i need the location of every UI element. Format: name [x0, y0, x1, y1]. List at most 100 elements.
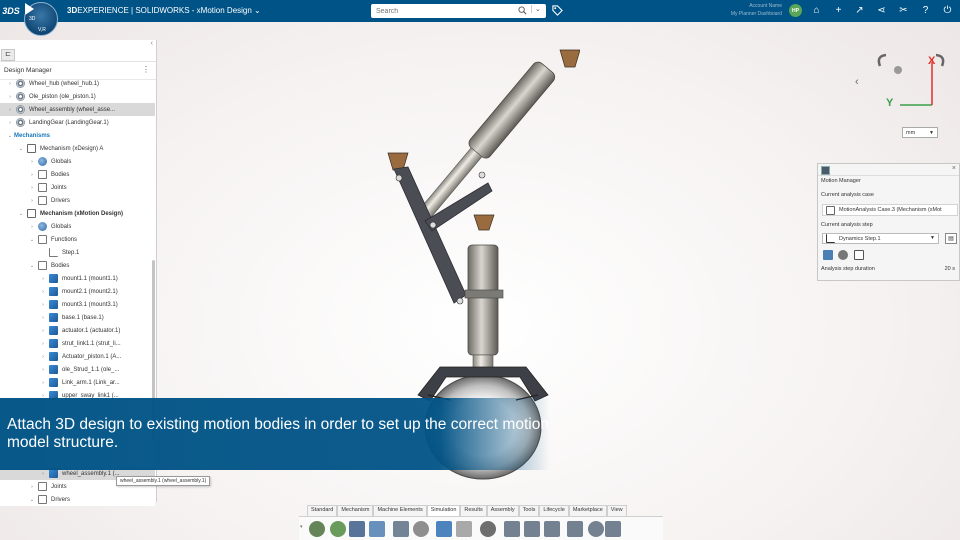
tree-row[interactable]: › mount3.1 (mount3.1) [0, 298, 155, 311]
tree-row[interactable]: › strut_link1.1 (strut_li... [0, 337, 155, 350]
chevron-right-icon[interactable]: › [39, 302, 47, 308]
nav-left-icon[interactable]: ‹ [855, 76, 859, 88]
chevron-down-icon[interactable]: ⌄ [17, 211, 25, 217]
tree-row[interactable]: › Globals [0, 220, 155, 233]
chevron-right-icon[interactable]: › [28, 224, 36, 230]
tree-row[interactable]: ⌄ Mechanism (xDesign) A [0, 142, 155, 155]
compass-widget[interactable]: 3D V,R [24, 2, 58, 36]
chevron-right-icon[interactable]: › [28, 198, 36, 204]
chevron-right-icon[interactable]: › [39, 380, 47, 386]
share-send-icon[interactable]: ↗ [853, 4, 866, 17]
search-input[interactable] [376, 7, 516, 15]
chevron-down-icon[interactable]: ⌄ [28, 497, 36, 503]
undo-icon[interactable] [436, 521, 452, 537]
tab-machine-elements[interactable]: Machine Elements [373, 505, 427, 516]
close-icon[interactable]: × [952, 165, 956, 172]
tree-row[interactable]: › Wheel_assembly (wheel_asse... [0, 103, 155, 116]
chevron-right-icon[interactable]: › [6, 81, 14, 87]
tree-row[interactable]: › LandingGear (LandingGear.1) [0, 116, 155, 129]
chevron-right-icon[interactable]: › [6, 107, 14, 113]
tree-row[interactable]: › Drivers [0, 194, 155, 207]
tree-row[interactable]: › Link_arm.1 (Link_ar... [0, 376, 155, 389]
menu-dots-icon[interactable]: ⋮ [142, 65, 150, 74]
search-box[interactable]: ⌄ [371, 4, 546, 18]
tree-row[interactable]: Step.1 [0, 246, 155, 259]
doc-flag-icon[interactable] [504, 521, 520, 537]
chevron-right-icon[interactable]: › [39, 276, 47, 282]
chevron-right-icon[interactable]: › [6, 94, 14, 100]
chevron-right-icon[interactable]: › [28, 185, 36, 191]
doc-edit-icon[interactable] [524, 521, 540, 537]
chevron-right-icon[interactable]: › [28, 172, 36, 178]
gear-play-icon[interactable] [330, 521, 346, 537]
user-info[interactable]: Account Name My Planner Dashboard [690, 2, 782, 18]
help-icon[interactable] [480, 521, 496, 537]
tree-row[interactable]: ⌄ Mechanism (xMotion Design) [0, 207, 155, 220]
step-edit-button[interactable]: ▤ [945, 233, 957, 244]
shirt-tool-icon[interactable] [823, 250, 833, 260]
chevron-right-icon[interactable]: › [39, 315, 47, 321]
avatar[interactable]: HP [789, 4, 802, 17]
gear-tool-icon[interactable] [838, 250, 848, 260]
action-bar-expand-icon[interactable]: ▾ [300, 524, 303, 530]
share-icon[interactable]: ⌂ [810, 4, 823, 17]
doc-list-icon[interactable] [605, 521, 621, 537]
settings-gear-icon[interactable] [309, 521, 325, 537]
app-title-chevron-icon[interactable]: ⌄ [254, 6, 261, 15]
tree-row[interactable]: › ole_Strud_1.1 (ole_... [0, 363, 155, 376]
power-icon[interactable]: ⏻ [941, 4, 954, 17]
tree-row[interactable]: › actuator.1 (actuator.1) [0, 324, 155, 337]
tree-row[interactable]: ⌄ Drivers [0, 493, 155, 506]
chevron-right-icon[interactable]: › [39, 328, 47, 334]
doc-chart-icon[interactable] [544, 521, 560, 537]
chevron-down-icon[interactable]: ⌄ [28, 237, 36, 243]
tree-row[interactable]: › Bodies [0, 168, 155, 181]
chevron-right-icon[interactable]: › [39, 354, 47, 360]
tag-icon[interactable] [552, 5, 563, 16]
tree-row[interactable]: › Joints [0, 181, 155, 194]
tree-row[interactable]: › Actuator_piston.1 (A... [0, 350, 155, 363]
network-icon[interactable]: ⋖ [875, 4, 888, 17]
tree-row[interactable]: › base.1 (base.1) [0, 311, 155, 324]
refresh-icon[interactable] [369, 521, 385, 537]
chevron-down-icon[interactable]: ⌄ [17, 146, 25, 152]
tree-tab-icon[interactable]: ⊏ [1, 49, 15, 61]
cog-icon[interactable] [413, 521, 429, 537]
help-icon[interactable]: ? [919, 4, 932, 17]
tab-standard[interactable]: Standard [307, 505, 338, 516]
tab-results[interactable]: Results [460, 505, 487, 516]
tools-icon[interactable]: ✂ [897, 4, 910, 17]
chevron-right-icon[interactable]: › [39, 341, 47, 347]
chevron-right-icon[interactable]: › [39, 289, 47, 295]
tab-assembly[interactable]: Assembly [486, 505, 519, 516]
units-select[interactable]: mm ▼ [902, 127, 938, 138]
chevron-right-icon[interactable]: › [39, 471, 47, 477]
doc-link-icon[interactable] [567, 521, 583, 537]
doc-gear-icon[interactable] [588, 521, 604, 537]
chevron-right-icon[interactable]: › [6, 120, 14, 126]
tab-mechanism[interactable]: Mechanism [337, 505, 374, 516]
plus-icon[interactable]: + [832, 4, 845, 17]
motion-manager-titlebar[interactable]: × [818, 164, 959, 176]
compass-play-icon[interactable] [25, 3, 34, 15]
current-case-field[interactable]: MotionAnalysis Case.3 (Mechanism (xMot [822, 204, 958, 216]
chevron-down-icon[interactable]: ⌄ [28, 263, 36, 269]
search-dropdown-icon[interactable]: ⌄ [531, 5, 541, 13]
app-title[interactable]: 3DEXPERIENCE | SOLIDWORKS - xMotion Desi… [67, 6, 261, 15]
tab-simulation[interactable]: Simulation [426, 505, 461, 516]
search-icon[interactable] [518, 6, 527, 15]
doc-tool-icon[interactable] [854, 250, 864, 260]
chevron-right-icon[interactable]: › [28, 159, 36, 165]
analysis-step-select[interactable]: Dynamics Step.1 ▼ [822, 233, 939, 244]
tab-lifecycle[interactable]: Lifecycle [539, 505, 569, 516]
copy-icon[interactable] [393, 521, 409, 537]
tree-row[interactable]: › Globals [0, 155, 155, 168]
tab-view[interactable]: View [606, 505, 627, 516]
tab-tools[interactable]: Tools [518, 505, 540, 516]
chevron-down-icon[interactable]: ⌄ [6, 133, 14, 139]
tree-row[interactable]: › mount2.1 (mount2.1) [0, 285, 155, 298]
tree-row[interactable]: › Ole_piston (ole_piston.1) [0, 90, 155, 103]
collapse-panel-icon[interactable]: ‹ [151, 40, 153, 47]
chevron-right-icon[interactable]: › [28, 484, 36, 490]
redo-icon[interactable] [456, 521, 472, 537]
